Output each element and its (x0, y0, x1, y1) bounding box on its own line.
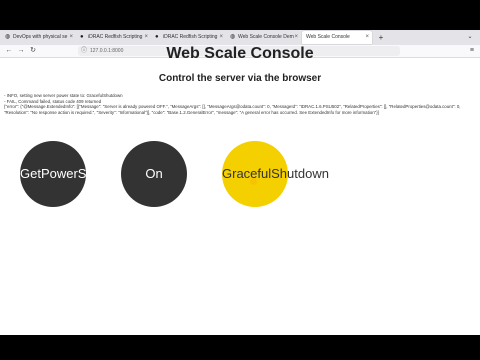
log-output: - INFO, setting new server power state t… (4, 93, 474, 115)
page-subtitle: Control the server via the browser (158, 73, 322, 84)
button-label: GetPowerS (20, 166, 87, 181)
tab-label: Web Scale Console (306, 34, 350, 40)
log-line: {"error": {"@Message.ExtendedInfo": [{"M… (4, 104, 461, 115)
close-icon[interactable]: × (365, 31, 369, 44)
tab-idrac-2[interactable]: ● iDRAC Redfish Scripting × (152, 31, 226, 44)
close-icon[interactable]: × (69, 31, 73, 44)
globe-icon: ◍ (230, 34, 236, 40)
tab-web-scale-console[interactable]: Web Scale Console × (302, 31, 372, 44)
tab-list-icon[interactable]: ⌄ (464, 31, 476, 44)
globe-icon: ◍ (5, 34, 11, 40)
mouse-cursor-highlight (250, 178, 257, 185)
tab-web-scale-demo[interactable]: ◍ Web Scale Console Dem × (227, 31, 301, 44)
tab-devops[interactable]: ◍ DevOps with physical se × (2, 31, 76, 44)
tab-label: DevOps with physical se (13, 34, 68, 40)
tab-label: iDRAC Redfish Scripting (88, 34, 143, 40)
github-icon: ● (155, 34, 159, 40)
video-frame: ◍ DevOps with physical se × ● iDRAC Redf… (0, 0, 480, 360)
page-title: Web Scale Console (166, 45, 314, 62)
button-label: On (145, 166, 163, 181)
button-label: GracefulShutdown (222, 166, 329, 181)
close-icon[interactable]: × (144, 31, 148, 44)
power-on-button[interactable]: On (121, 141, 187, 207)
tab-idrac-1[interactable]: ● iDRAC Redfish Scripting × (77, 31, 151, 44)
tab-strip: ◍ DevOps with physical se × ● iDRAC Redf… (0, 30, 480, 45)
close-icon[interactable]: × (219, 31, 223, 44)
graceful-shutdown-button[interactable]: GracefulShutdown (222, 141, 329, 207)
new-tab-button[interactable]: + (375, 31, 387, 44)
github-icon: ● (80, 34, 84, 40)
tab-label: iDRAC Redfish Scripting (163, 34, 218, 40)
close-icon[interactable]: × (294, 31, 298, 44)
tab-label: Web Scale Console Dem (238, 34, 294, 40)
get-power-state-button[interactable]: GetPowerS (20, 141, 86, 207)
